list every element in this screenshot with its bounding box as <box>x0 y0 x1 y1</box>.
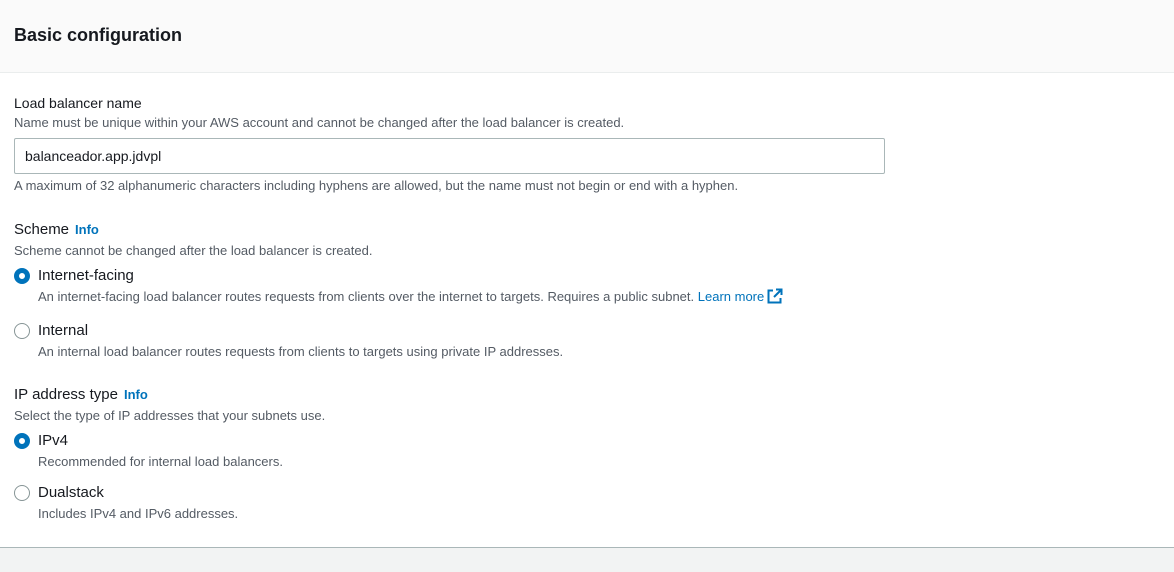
load-balancer-name-constraint: A maximum of 32 alphanumeric characters … <box>14 178 739 193</box>
scheme-info-link[interactable]: Info <box>75 222 99 237</box>
ipv4-radio[interactable] <box>14 433 30 449</box>
scheme-option-internal[interactable]: Internal An internal load balancer route… <box>14 321 1160 361</box>
ip-address-type-description: Select the type of IP addresses that you… <box>14 408 326 423</box>
internet-facing-label: Internet-facing <box>38 267 134 284</box>
ip-option-ipv4[interactable]: IPv4 Recommended for internal load balan… <box>14 431 1160 471</box>
panel-body: Load balancer name Name must be unique w… <box>0 93 1174 523</box>
scheme-option-internet-facing[interactable]: Internet-facing An internet-facing load … <box>14 266 1160 309</box>
load-balancer-name-input[interactable] <box>14 138 885 174</box>
load-balancer-name-field: Load balancer name Name must be unique w… <box>14 93 1160 195</box>
ip-address-type-info-link[interactable]: Info <box>124 387 148 402</box>
ip-option-dualstack[interactable]: Dualstack Includes IPv4 and IPv6 address… <box>14 483 1160 523</box>
ip-address-type-field: IP address type Info Select the type of I… <box>14 385 1160 523</box>
internal-radio[interactable] <box>14 323 30 339</box>
dualstack-label: Dualstack <box>38 484 104 501</box>
ipv4-description: Recommended for internal load balancers. <box>38 454 283 469</box>
internet-facing-description-text: An internet-facing load balancer routes … <box>38 289 695 304</box>
panel-title: Basic configuration <box>14 25 183 45</box>
ipv4-label: IPv4 <box>38 432 69 449</box>
internal-description: An internal load balancer routes request… <box>38 344 564 359</box>
load-balancer-name-label: Load balancer name <box>14 95 142 111</box>
basic-configuration-panel: Basic configuration Load balancer name N… <box>0 0 1174 548</box>
learn-more-label: Learn more <box>697 289 765 304</box>
internet-facing-description: An internet-facing load balancer routes … <box>38 288 783 309</box>
scheme-label-row: Scheme Info <box>14 220 1160 240</box>
internal-label: Internal <box>38 322 89 339</box>
scheme-description: Scheme cannot be changed after the load … <box>14 243 373 258</box>
panel-header: Basic configuration <box>0 0 1174 73</box>
dualstack-description: Includes IPv4 and IPv6 addresses. <box>38 506 239 521</box>
scheme-label: Scheme <box>14 221 70 238</box>
ip-address-type-label-row: IP address type Info <box>14 385 1160 405</box>
load-balancer-name-description: Name must be unique within your AWS acco… <box>14 115 625 130</box>
ip-address-type-label: IP address type <box>14 386 118 403</box>
dualstack-radio[interactable] <box>14 485 30 501</box>
internet-facing-radio[interactable] <box>14 268 30 284</box>
external-link-icon <box>767 288 783 309</box>
learn-more-link[interactable]: Learn more <box>697 288 783 304</box>
scheme-field: Scheme Info Scheme cannot be changed afte… <box>14 220 1160 361</box>
